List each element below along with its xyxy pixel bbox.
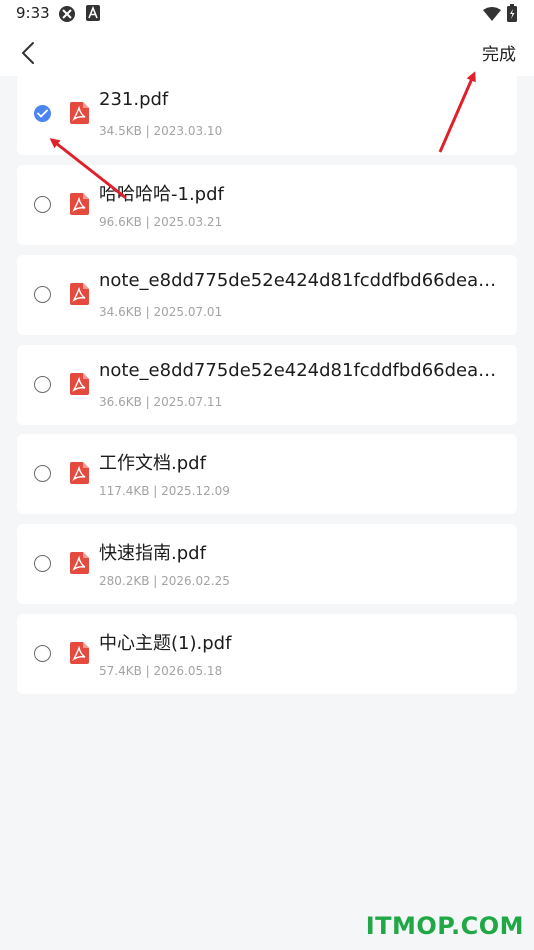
file-item[interactable]: note_e8dd775de52e424d81fcddfbd66dea6… 34… — [17, 255, 517, 335]
check-icon — [37, 109, 48, 118]
file-meta: 57.4KB | 2026.05.18 — [99, 664, 223, 678]
file-name: note_e8dd775de52e424d81fcddfbd66dea6… — [99, 270, 499, 291]
checkbox-unselected[interactable] — [34, 555, 51, 572]
file-name: 工作文档.pdf — [99, 453, 206, 474]
checkbox-selected[interactable] — [34, 105, 51, 122]
file-name: 哈哈哈哈-1.pdf — [99, 184, 224, 205]
back-button[interactable] — [12, 36, 46, 70]
file-name: 231.pdf — [99, 89, 169, 110]
battery-icon — [507, 4, 517, 26]
pdf-file-icon — [70, 462, 89, 488]
file-name: 中心主题(1).pdf — [99, 633, 232, 654]
pdf-file-icon — [70, 102, 89, 128]
file-item[interactable]: 快速指南.pdf 280.2KB | 2026.02.25 — [17, 524, 517, 604]
file-item[interactable]: 231.pdf 34.5KB | 2023.03.10 — [17, 74, 517, 155]
status-time: 9:33 — [16, 4, 50, 22]
file-meta: 280.2KB | 2026.02.25 — [99, 574, 230, 588]
wifi-icon — [483, 6, 501, 25]
checkbox-unselected[interactable] — [34, 645, 51, 662]
file-meta: 34.6KB | 2025.07.01 — [99, 305, 223, 319]
pdf-file-icon — [70, 193, 89, 219]
file-item[interactable]: 哈哈哈哈-1.pdf 96.6KB | 2025.03.21 — [17, 165, 517, 245]
pdf-file-icon — [70, 283, 89, 309]
blocky-app-icon — [58, 5, 76, 27]
file-item[interactable]: note_e8dd775de52e424d81fcddfbd66dea6… 36… — [17, 345, 517, 425]
pdf-file-icon — [70, 642, 89, 668]
app-bar: 完成 — [0, 28, 534, 76]
done-button[interactable]: 完成 — [482, 40, 516, 65]
checkbox-unselected[interactable] — [34, 465, 51, 482]
chevron-left-icon — [22, 42, 34, 64]
file-name: 快速指南.pdf — [99, 543, 206, 564]
pdf-file-icon — [70, 373, 89, 399]
file-name: note_e8dd775de52e424d81fcddfbd66dea6… — [99, 360, 499, 381]
file-meta: 96.6KB | 2025.03.21 — [99, 215, 223, 229]
file-meta: 117.4KB | 2025.12.09 — [99, 484, 230, 498]
file-item[interactable]: 中心主题(1).pdf 57.4KB | 2026.05.18 — [17, 614, 517, 694]
file-meta: 36.6KB | 2025.07.11 — [99, 395, 223, 409]
watermark-logo: ITMOP.COM — [365, 912, 524, 940]
file-item[interactable]: 工作文档.pdf 117.4KB | 2025.12.09 — [17, 434, 517, 514]
status-bar: 9:33 — [0, 0, 534, 28]
a-letter-icon — [86, 5, 100, 25]
checkbox-unselected[interactable] — [34, 286, 51, 303]
checkbox-unselected[interactable] — [34, 376, 51, 393]
file-meta: 34.5KB | 2023.03.10 — [99, 124, 223, 138]
checkbox-unselected[interactable] — [34, 196, 51, 213]
pdf-file-icon — [70, 552, 89, 578]
